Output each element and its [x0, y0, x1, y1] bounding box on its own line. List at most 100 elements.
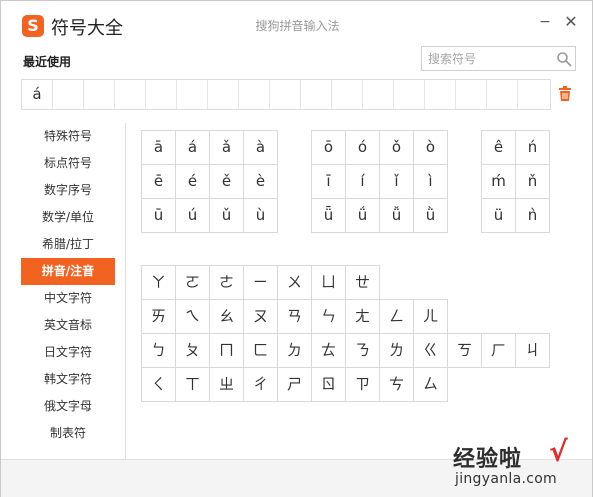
symbol-cell[interactable]: ㄨ [278, 266, 312, 300]
symbol-cell[interactable]: ㄞ [142, 300, 176, 334]
recent-symbol-cell[interactable] [208, 80, 239, 109]
symbol-cell[interactable]: ü [482, 199, 516, 233]
symbol-cell[interactable]: ㄇ [210, 334, 244, 368]
symbol-cell[interactable]: ǖ [312, 199, 346, 233]
symbol-cell[interactable]: ㄐ [516, 334, 550, 368]
symbol-cell[interactable]: ǐ [380, 165, 414, 199]
search-box[interactable] [421, 46, 576, 71]
search-input[interactable] [422, 47, 550, 70]
symbol-cell[interactable]: ㄗ [346, 368, 380, 402]
symbol-cell[interactable]: ㄡ [244, 300, 278, 334]
symbol-cell[interactable]: ㄙ [414, 368, 448, 402]
symbol-cell[interactable]: ㄝ [346, 266, 380, 300]
symbol-cell[interactable]: ㄠ [210, 300, 244, 334]
symbol-cell[interactable]: à [244, 131, 278, 165]
minimize-button[interactable]: − [536, 13, 554, 31]
recent-symbol-cell[interactable] [301, 80, 332, 109]
symbol-cell[interactable]: ㄊ [312, 334, 346, 368]
symbol-cell[interactable]: ㄋ [346, 334, 380, 368]
symbol-cell[interactable]: ū [142, 199, 176, 233]
recent-symbol-cell[interactable] [425, 80, 456, 109]
symbol-cell[interactable]: ê [482, 131, 516, 165]
sidebar-item[interactable]: 中文字符 [21, 285, 115, 312]
sidebar-item[interactable]: 拼音/注音 [21, 258, 115, 285]
symbol-cell[interactable]: ǚ [380, 199, 414, 233]
symbol-cell[interactable]: ǘ [346, 199, 380, 233]
sidebar-item[interactable]: 数字序号 [21, 177, 115, 204]
symbol-cell[interactable]: ò [414, 131, 448, 165]
symbol-cell[interactable]: í [346, 165, 380, 199]
symbol-cell[interactable]: ㄛ [176, 266, 210, 300]
sidebar-item[interactable]: 韩文字符 [21, 366, 115, 393]
symbol-cell[interactable]: ㄥ [380, 300, 414, 334]
symbol-cell[interactable]: ㄑ [142, 368, 176, 402]
recent-symbol-cell[interactable]: á [22, 80, 53, 109]
symbol-cell[interactable]: ㄧ [244, 266, 278, 300]
symbol-cell[interactable]: ā [142, 131, 176, 165]
symbol-cell[interactable]: ㄅ [142, 334, 176, 368]
recent-symbol-cell[interactable] [115, 80, 146, 109]
recent-symbol-cell[interactable] [53, 80, 84, 109]
sidebar-item[interactable]: 特殊符号 [21, 123, 115, 150]
symbol-cell[interactable]: ㄢ [278, 300, 312, 334]
sidebar-item[interactable]: 制表符 [21, 420, 115, 447]
close-button[interactable]: ✕ [562, 13, 580, 31]
recent-symbol-cell[interactable] [146, 80, 177, 109]
recent-symbol-cell[interactable] [487, 80, 518, 109]
symbol-cell[interactable]: ㄈ [244, 334, 278, 368]
symbol-cell[interactable]: ō [312, 131, 346, 165]
recent-symbol-cell[interactable] [239, 80, 270, 109]
symbol-cell[interactable]: ㄣ [312, 300, 346, 334]
sidebar-item[interactable]: 英文音标 [21, 312, 115, 339]
symbol-cell[interactable]: ㄒ [176, 368, 210, 402]
symbol-cell[interactable]: ú [176, 199, 210, 233]
symbol-cell[interactable]: ㄔ [244, 368, 278, 402]
recent-symbol-cell[interactable] [518, 80, 549, 109]
recent-symbol-cell[interactable] [84, 80, 115, 109]
symbol-cell[interactable]: ㄆ [176, 334, 210, 368]
recent-symbol-cell[interactable] [363, 80, 394, 109]
sidebar-item[interactable]: 标点符号 [21, 150, 115, 177]
sidebar-item[interactable]: 日文字符 [21, 339, 115, 366]
symbol-cell[interactable]: ǔ [210, 199, 244, 233]
symbol-cell[interactable]: ǒ [380, 131, 414, 165]
recent-symbol-cell[interactable] [270, 80, 301, 109]
symbol-cell[interactable]: ē [142, 165, 176, 199]
symbol-cell[interactable]: ㄚ [142, 266, 176, 300]
symbol-cell[interactable]: ī [312, 165, 346, 199]
symbol-cell[interactable]: ě [210, 165, 244, 199]
symbol-cell[interactable]: é [176, 165, 210, 199]
search-icon[interactable] [556, 51, 572, 67]
symbol-cell[interactable]: ù [244, 199, 278, 233]
symbol-cell[interactable]: ì [414, 165, 448, 199]
symbol-cell[interactable]: ó [346, 131, 380, 165]
symbol-cell[interactable]: ń [516, 131, 550, 165]
symbol-cell[interactable]: ㄜ [210, 266, 244, 300]
symbol-cell[interactable]: ㄤ [346, 300, 380, 334]
symbol-cell[interactable]: ㄖ [312, 368, 346, 402]
symbol-cell[interactable]: ㄓ [210, 368, 244, 402]
recent-symbol-cell[interactable] [394, 80, 425, 109]
symbol-cell[interactable]: ǜ [414, 199, 448, 233]
symbol-cell[interactable]: ㄉ [278, 334, 312, 368]
symbol-cell[interactable]: ḿ [482, 165, 516, 199]
sidebar-item[interactable]: 希腊/拉丁 [21, 231, 115, 258]
symbol-cell[interactable]: ǎ [210, 131, 244, 165]
symbol-cell[interactable]: è [244, 165, 278, 199]
symbol-cell[interactable]: ㄟ [176, 300, 210, 334]
symbol-cell[interactable]: ㄌ [380, 334, 414, 368]
symbol-cell[interactable]: ㄏ [482, 334, 516, 368]
trash-icon[interactable] [558, 86, 572, 102]
symbol-cell[interactable]: ǹ [516, 199, 550, 233]
symbol-cell[interactable]: ㄕ [278, 368, 312, 402]
symbol-cell[interactable]: ň [516, 165, 550, 199]
recent-symbol-cell[interactable] [456, 80, 487, 109]
symbol-cell[interactable]: ㄦ [414, 300, 448, 334]
sidebar-item[interactable]: 数学/单位 [21, 204, 115, 231]
symbol-cell[interactable]: ㄘ [380, 368, 414, 402]
symbol-cell[interactable]: ㄍ [414, 334, 448, 368]
sidebar-item[interactable]: 俄文字母 [21, 393, 115, 420]
symbol-cell[interactable]: á [176, 131, 210, 165]
recent-symbol-cell[interactable] [177, 80, 208, 109]
recent-symbol-cell[interactable] [332, 80, 363, 109]
